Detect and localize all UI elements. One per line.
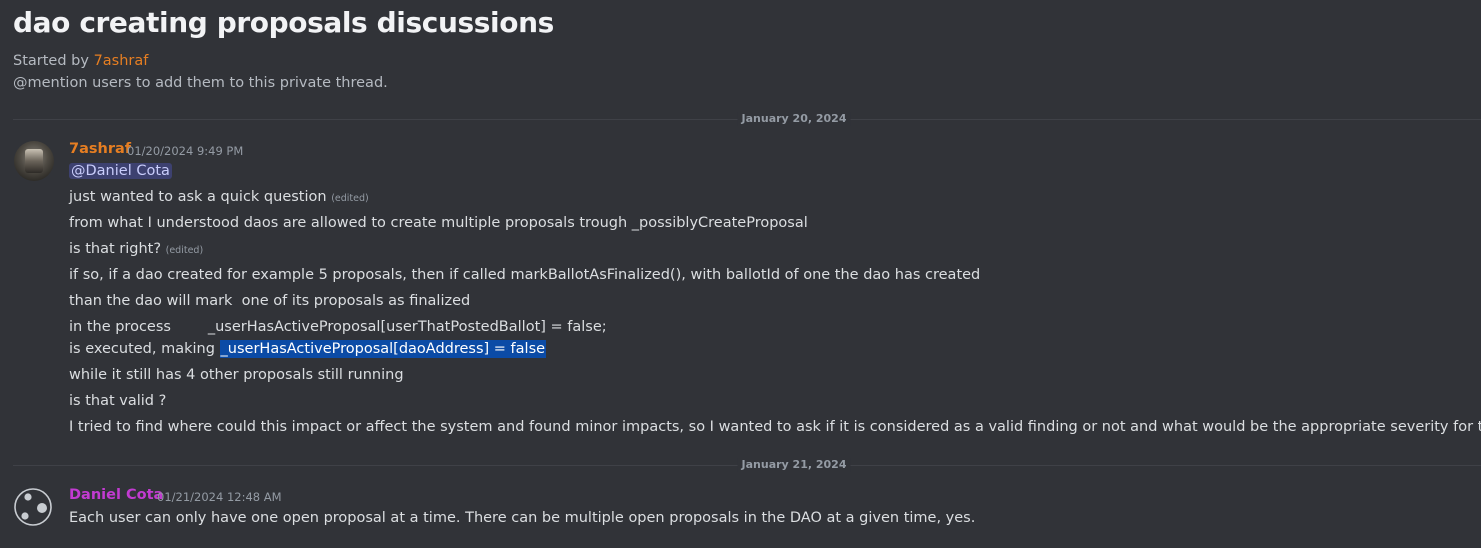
- message-text: just wanted to ask a quick question: [69, 189, 327, 205]
- message-text: than the dao will mark one of its propos…: [69, 293, 471, 309]
- message-text: while it still has 4 other proposals sti…: [69, 367, 404, 383]
- message-line: is executed, making _userHasActivePropos…: [69, 339, 547, 359]
- started-by-prefix: Started by: [13, 53, 94, 69]
- message-text: if so, if a dao created for example 5 pr…: [69, 267, 981, 283]
- date-divider-label: January 21, 2024: [737, 458, 851, 472]
- edited-tag: (edited): [331, 193, 369, 204]
- selected-text: _userHasActiveProposal[daoAddress] = fal…: [219, 340, 547, 358]
- thread-view: dao creating proposals discussions Start…: [0, 0, 1481, 548]
- thread-title: dao creating proposals discussions: [13, 6, 554, 39]
- message-author[interactable]: 7ashraf: [69, 141, 131, 157]
- message-line: just wanted to ask a quick question (edi…: [69, 187, 369, 209]
- edited-tag: (edited): [165, 245, 204, 256]
- message-text: is that valid ?: [69, 393, 167, 409]
- message-text: I tried to find where could this impact …: [69, 419, 1481, 435]
- date-divider-label: January 20, 2024: [737, 112, 851, 126]
- message-author[interactable]: Daniel Cota: [69, 487, 163, 503]
- discord-default-avatar-icon: [14, 488, 52, 526]
- message-text: Each user can only have one open proposa…: [69, 510, 976, 526]
- message-timestamp[interactable]: 01/21/2024 12:48 AM: [157, 490, 282, 504]
- message-timestamp[interactable]: 01/20/2024 9:49 PM: [127, 144, 243, 158]
- message-text: in the process _userHasActiveProposal[us…: [69, 319, 607, 335]
- thread-mention-hint: @mention users to add them to this priva…: [13, 75, 388, 91]
- started-by-user-link[interactable]: 7ashraf: [94, 53, 149, 69]
- message-line: @Daniel Cota: [69, 161, 172, 181]
- message-text: from what I understood daos are allowed …: [69, 215, 808, 231]
- user-mention[interactable]: @Daniel Cota: [69, 163, 172, 179]
- user-photo-avatar[interactable]: [14, 141, 54, 181]
- message-text: is executed, making: [69, 341, 220, 357]
- message-line: is that right? (edited): [69, 239, 203, 261]
- message-text: is that right?: [69, 241, 162, 257]
- default-discord-avatar[interactable]: [13, 487, 53, 527]
- thread-started-by: Started by 7ashraf: [13, 53, 148, 69]
